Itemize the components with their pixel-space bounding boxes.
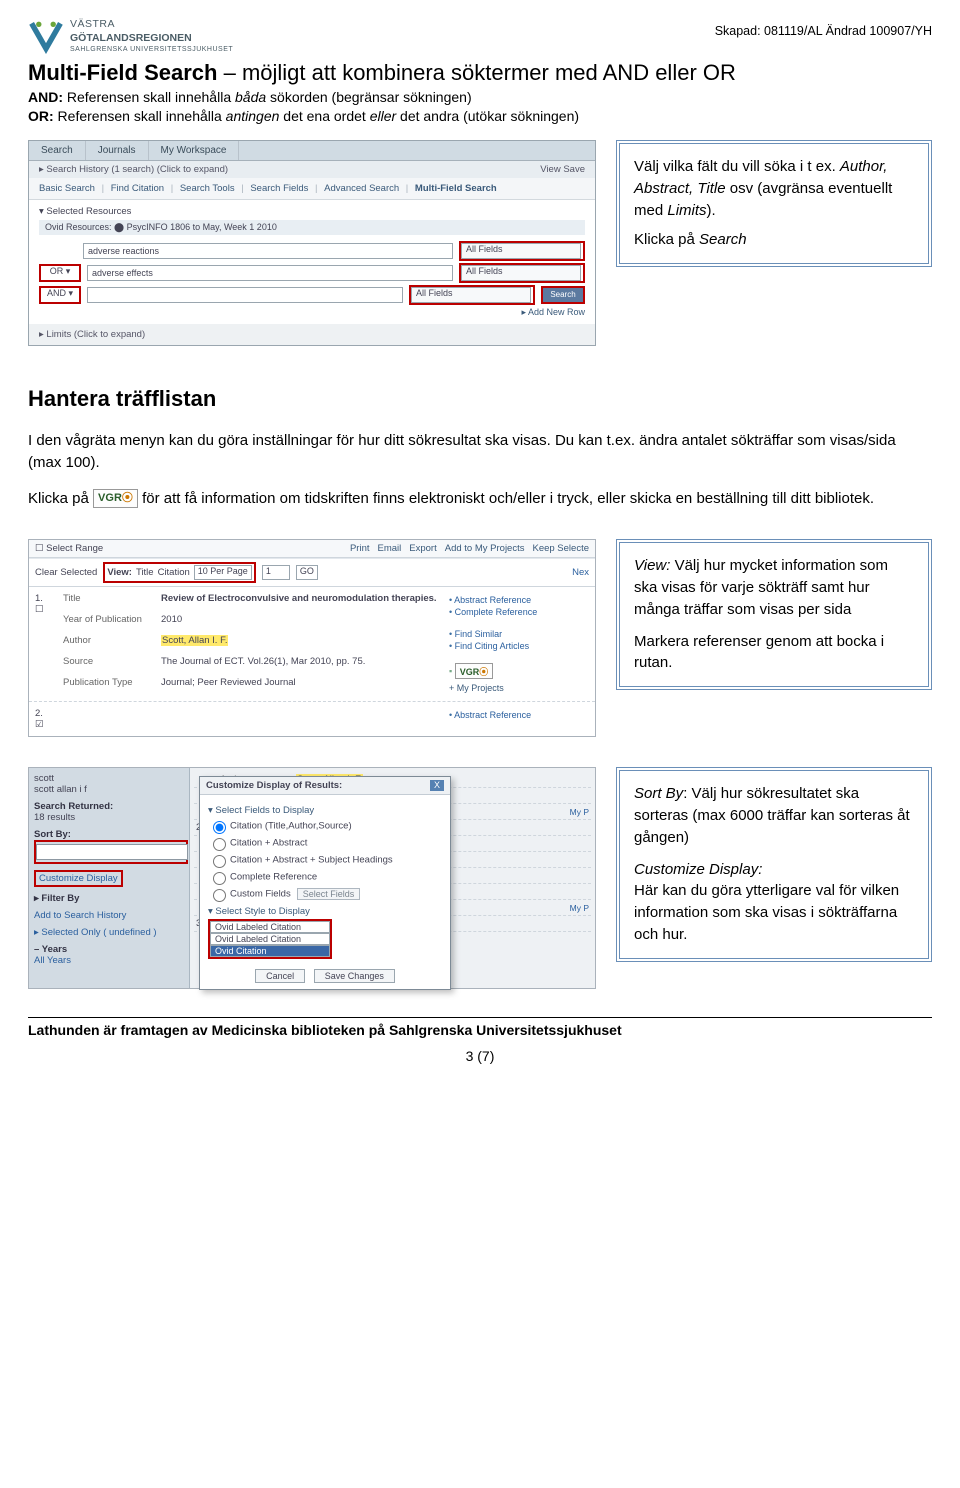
term-input-2[interactable]: adverse effects [87, 265, 453, 281]
keep-selected-btn[interactable]: Keep Selecte [532, 543, 589, 554]
search-history-label[interactable]: ▸ Search History (1 search) (Click to ex… [39, 164, 228, 175]
operator-and[interactable]: AND ▾ [39, 286, 81, 304]
export-btn[interactable]: Export [409, 543, 436, 554]
footer-text: Lathunden är framtagen av Medicinska bib… [28, 1022, 932, 1038]
page-number: 3 (7) [28, 1048, 932, 1064]
term-input-3[interactable] [87, 287, 403, 303]
customize-display-screenshot: scottscott allan i f Search Returned:18 … [28, 767, 596, 989]
callout-fields: Välj vilka fält du vill söka i t ex. Aut… [616, 140, 932, 267]
section-heading: Hantera träfflistan [28, 386, 932, 412]
operator-or[interactable]: OR ▾ [39, 264, 81, 282]
page-title: Multi-Field Search – möjligt att kombine… [28, 60, 932, 86]
vgr-logo: VÄSTRA GÖTALANDSREGIONEN SAHLGRENSKA UNI… [28, 18, 233, 54]
term-input-1[interactable]: adverse reactions [83, 243, 453, 259]
limits-expand[interactable]: ▸ Limits (Click to expand) [29, 324, 595, 345]
tab-journals[interactable]: Journals [86, 141, 149, 160]
tab-workspace[interactable]: My Workspace [149, 141, 240, 160]
add-projects-btn[interactable]: Add to My Projects [445, 543, 525, 554]
body-paragraph-1: I den vågräta menyn kan du göra inställn… [28, 430, 932, 474]
customize-display-link[interactable]: Customize Display [34, 870, 123, 887]
clear-selected[interactable]: Clear Selected [35, 567, 97, 578]
logo-line2: GÖTALANDSREGIONEN [70, 32, 233, 46]
doc-meta: Skapad: 081119/AL Ändrad 100907/YH [715, 24, 932, 38]
body-paragraph-2: Klicka på VGR⦿ för att få information om… [28, 488, 932, 510]
email-btn[interactable]: Email [378, 543, 402, 554]
close-icon[interactable]: X [430, 780, 444, 791]
save-changes-button[interactable]: Save Changes [314, 969, 395, 983]
search-button[interactable]: Search [541, 286, 585, 304]
view-saved[interactable]: View Save [540, 164, 585, 175]
add-row[interactable]: ▸ Add New Row [39, 307, 585, 318]
next-link[interactable]: Nex [572, 567, 589, 578]
ovid-multifield-screenshot: Search Journals My Workspace ▸ Search Hi… [28, 140, 596, 346]
resource-line: Ovid Resources: ⬤ PsycINFO 1806 to May, … [39, 220, 585, 235]
results-list-screenshot: ☐ Select Range Print Email Export Add to… [28, 539, 596, 737]
logo-line3: SAHLGRENSKA UNIVERSITETSSJUKHUSET [70, 45, 233, 54]
print-btn[interactable]: Print [350, 543, 370, 554]
sortby-select[interactable] [36, 844, 188, 860]
go-button[interactable]: GO [296, 565, 318, 580]
tab-search[interactable]: Search [29, 141, 86, 160]
customize-dialog: Customize Display of Results: X ▾ Select… [199, 776, 451, 990]
logo-line1: VÄSTRA [70, 18, 233, 32]
field-select-3[interactable]: All Fields [411, 287, 531, 303]
field-select-1[interactable]: All Fields [461, 243, 581, 259]
search-mode-tabs: Basic Search | Find Citation | Search To… [29, 178, 595, 200]
callout-view: View: Välj hur mycket information som sk… [616, 539, 932, 690]
vgr-badge[interactable]: VGR⦿ [93, 489, 138, 508]
page-input[interactable]: 1 [262, 565, 290, 580]
intro-text: AND: Referensen skall innehålla båda sök… [28, 88, 932, 126]
cancel-button[interactable]: Cancel [255, 969, 305, 983]
per-page-select[interactable]: 10 Per Page [194, 565, 252, 580]
field-select-2[interactable]: All Fields [461, 265, 581, 281]
selected-resources[interactable]: ▾ Selected Resources [39, 206, 585, 217]
callout-sort: Sort By: Välj hur sökresultatet ska sort… [616, 767, 932, 961]
